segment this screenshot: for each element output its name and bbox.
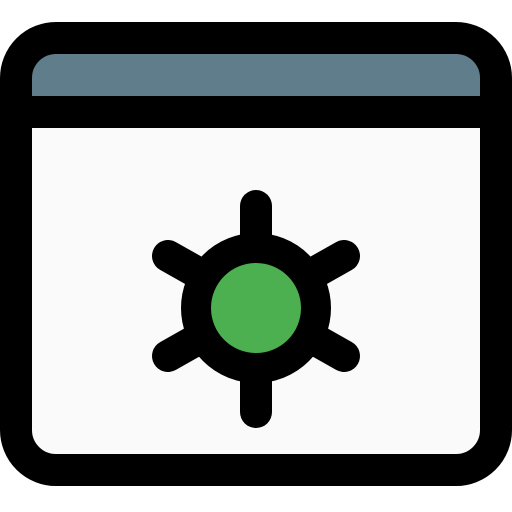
icon-stage [0,0,512,512]
gear-hub [181,233,331,383]
browser-settings-icon [0,22,512,486]
